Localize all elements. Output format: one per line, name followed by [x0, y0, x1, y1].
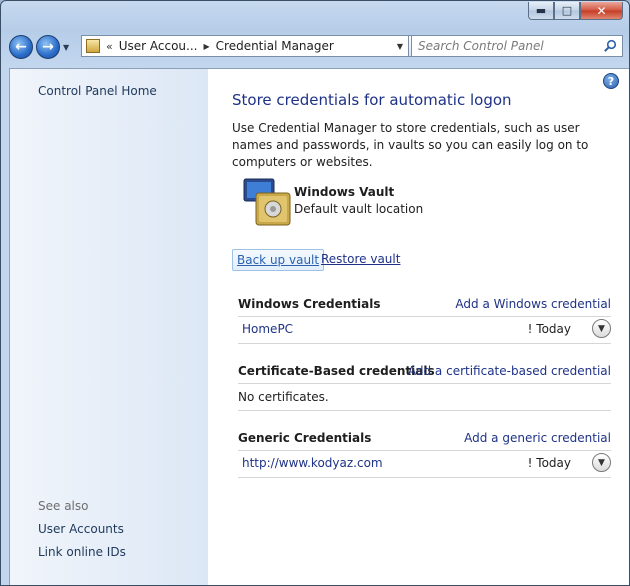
- caption-buttons: ▬ □ ✕: [528, 2, 623, 21]
- divider: [238, 383, 611, 384]
- address-dropdown-icon[interactable]: ▼: [392, 36, 408, 56]
- credential-manager-window: ▬ □ ✕ ← → ▼ « User Accou... ▶ Credential…: [0, 0, 630, 586]
- search-icon[interactable]: [603, 39, 617, 53]
- close-button[interactable]: ✕: [580, 2, 623, 20]
- certificate-credentials-header: Certificate-Based credentials Add a cert…: [238, 364, 611, 384]
- credential-row[interactable]: http://www.kodyaz.com ! Today ▼: [238, 452, 611, 478]
- sidebar: Control Panel Home See also User Account…: [10, 69, 208, 585]
- control-panel-home-link[interactable]: Control Panel Home: [38, 84, 157, 98]
- search-box: [411, 35, 623, 57]
- link-online-ids-link[interactable]: Link online IDs: [38, 545, 126, 559]
- credential-name[interactable]: HomePC: [242, 322, 293, 336]
- date-value: Today: [536, 456, 571, 470]
- date-marker: !: [527, 322, 533, 336]
- minimize-button[interactable]: ▬: [528, 2, 554, 20]
- address-bar[interactable]: « User Accou... ▶ Credential Manager ▼: [81, 35, 409, 57]
- section-title: Generic Credentials: [238, 431, 372, 445]
- credential-date: ! Today: [528, 456, 571, 470]
- search-input[interactable]: [418, 37, 598, 55]
- divider: [238, 477, 611, 478]
- add-windows-credential-link[interactable]: Add a Windows credential: [455, 297, 611, 311]
- restore-vault-link[interactable]: Restore vault: [321, 252, 400, 266]
- address-overflow-chevron[interactable]: «: [106, 40, 113, 53]
- section-title: Windows Credentials: [238, 297, 381, 311]
- back-button[interactable]: ←: [9, 35, 33, 59]
- divider: [238, 316, 611, 317]
- recent-pages-dropdown[interactable]: ▼: [63, 43, 73, 52]
- page-title: Store credentials for automatic logon: [232, 91, 512, 109]
- divider: [238, 410, 611, 411]
- date-marker: !: [527, 456, 533, 470]
- see-also-label: See also: [38, 499, 89, 513]
- back-arrow-icon: ←: [15, 39, 27, 55]
- add-certificate-credential-link[interactable]: Add a certificate-based credential: [408, 364, 611, 378]
- add-generic-credential-link[interactable]: Add a generic credential: [464, 431, 611, 445]
- date-value: Today: [536, 322, 571, 336]
- maximize-button[interactable]: □: [554, 2, 580, 20]
- user-accounts-link[interactable]: User Accounts: [38, 522, 124, 536]
- vault-description: Default vault location: [294, 202, 424, 216]
- vault-name: Windows Vault: [294, 185, 395, 199]
- breadcrumb-credential-manager[interactable]: Credential Manager: [216, 39, 334, 53]
- divider: [238, 450, 611, 451]
- forward-arrow-icon: →: [42, 39, 54, 55]
- control-panel-icon: [86, 39, 100, 53]
- main-panel: ? Store credentials for automatic logon …: [232, 69, 629, 585]
- help-icon[interactable]: ?: [603, 73, 619, 89]
- windows-credentials-header: Windows Credentials Add a Windows creden…: [238, 297, 611, 317]
- credential-name[interactable]: http://www.kodyaz.com: [242, 456, 383, 470]
- expand-chevron-icon[interactable]: ▼: [592, 453, 611, 472]
- breadcrumb-user-accounts[interactable]: User Accou...: [119, 39, 198, 53]
- windows-vault-icon: [243, 178, 291, 226]
- credential-date: ! Today: [528, 322, 571, 336]
- section-title: Certificate-Based credentials: [238, 364, 435, 378]
- breadcrumb-separator-icon[interactable]: ▶: [203, 42, 209, 51]
- back-up-vault-link[interactable]: Back up vault: [232, 249, 325, 271]
- credential-row[interactable]: HomePC ! Today ▼: [238, 318, 611, 344]
- forward-button[interactable]: →: [36, 35, 60, 59]
- generic-credentials-header: Generic Credentials Add a generic creden…: [238, 431, 611, 451]
- page-description: Use Credential Manager to store credenti…: [232, 121, 589, 169]
- no-certificates-text: No certificates.: [238, 390, 329, 404]
- divider: [238, 343, 611, 344]
- content-area: Control Panel Home See also User Account…: [9, 68, 629, 585]
- expand-chevron-icon[interactable]: ▼: [592, 319, 611, 338]
- navigation-bar: ← → ▼ « User Accou... ▶ Credential Manag…: [9, 34, 623, 60]
